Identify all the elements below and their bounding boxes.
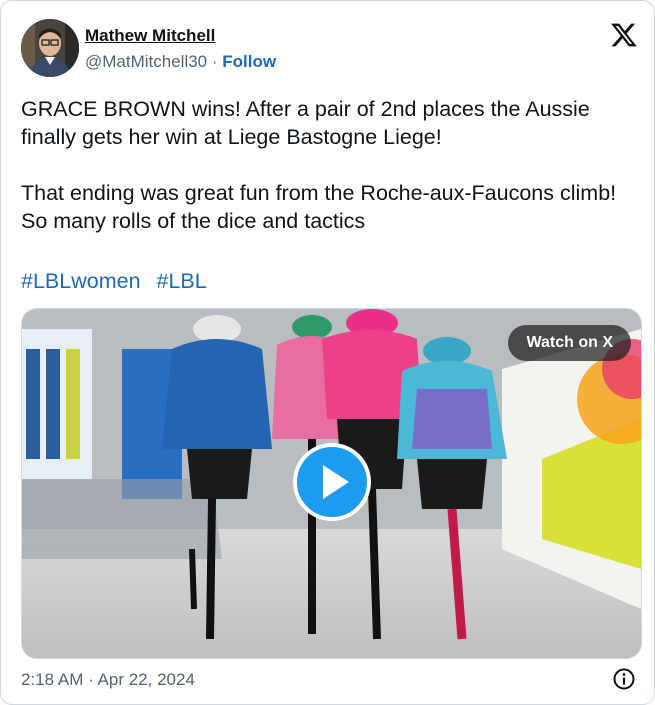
hashtags: #LBLwomen #LBL xyxy=(21,267,217,295)
watch-on-x-button[interactable]: Watch on X xyxy=(508,325,631,361)
separator: · xyxy=(211,52,218,71)
hashtag-lbl[interactable]: #LBL xyxy=(157,269,207,293)
tweet-paragraph-1: GRACE BROWN wins! After a pair of 2nd pl… xyxy=(21,97,590,149)
tweet-card: Mathew Mitchell @MatMitchell30 · Follow … xyxy=(0,0,655,705)
x-logo-icon[interactable] xyxy=(610,21,638,49)
avatar[interactable] xyxy=(21,19,79,77)
hashtag-lblwomen[interactable]: #LBLwomen xyxy=(21,269,141,293)
tweet-timestamp[interactable]: 2:18 AM · Apr 22, 2024 xyxy=(21,670,195,690)
follow-button[interactable]: Follow xyxy=(222,52,276,71)
video-media[interactable]: Watch on X xyxy=(21,308,642,659)
author-name[interactable]: Mathew Mitchell xyxy=(85,26,215,46)
tweet-text: GRACE BROWN wins! After a pair of 2nd pl… xyxy=(21,95,641,235)
play-icon xyxy=(323,465,349,499)
info-icon[interactable] xyxy=(612,667,636,691)
tweet-paragraph-2: That ending was great fun from the Roche… xyxy=(21,181,617,233)
author-handle[interactable]: @MatMitchell30 xyxy=(85,52,207,71)
play-button[interactable] xyxy=(293,443,371,521)
author-handle-row: @MatMitchell30 · Follow xyxy=(85,52,276,72)
